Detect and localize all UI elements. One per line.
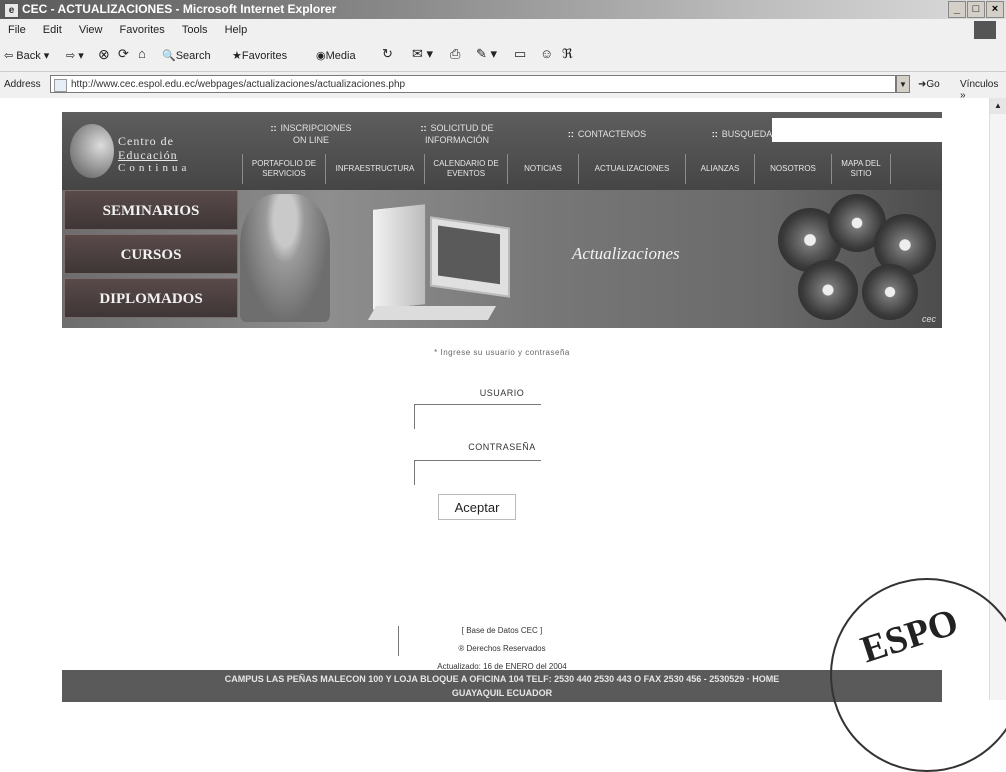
stop-icon[interactable]: ⊗ [98, 46, 110, 63]
print-icon[interactable]: ⎙ [450, 46, 460, 62]
messenger-icon[interactable]: ☺ [540, 46, 553, 61]
footer-links: [ Base de Datos CEC ] ® Derechos Reserva… [62, 622, 942, 676]
logo-swoosh-icon [70, 124, 114, 178]
discuss-icon[interactable]: ▭ [514, 46, 526, 62]
espol-stamp: ESPO [830, 578, 1006, 772]
nav-calendario[interactable]: CALENDARIO DE EVENTOS [424, 154, 507, 184]
nav-noticias[interactable]: NOTICIAS [507, 154, 578, 184]
stamp-text: ESPO [855, 600, 964, 672]
nav-mapa-del-sitio[interactable]: MAPA DEL SITIO [831, 154, 891, 184]
site-header: Centro de Educación Continua :: INSCRIPCI… [62, 112, 944, 190]
back-button[interactable]: ⇦ Back ▾ [4, 49, 49, 62]
banner-logo: cec [921, 314, 936, 324]
password-input[interactable] [414, 460, 541, 485]
monitor-image [430, 216, 510, 298]
nav-infraestructura[interactable]: INFRAESTRUCTURA [325, 154, 424, 184]
refresh-icon[interactable]: ⟳ [118, 46, 129, 62]
toplink-solicitud[interactable]: :: SOLICITUD DE INFORMACIÓN [402, 122, 512, 146]
footer-logo-icon [398, 626, 415, 656]
window-title: CEC - ACTUALIZACIONES - Microsoft Intern… [22, 2, 337, 16]
cec-logo[interactable]: Centro de Educación Continua [70, 120, 238, 182]
maximize-button[interactable]: □ [967, 1, 985, 18]
menu-favorites[interactable]: Favorites [120, 24, 165, 36]
address-url: http://www.cec.espol.edu.ec/webpages/act… [71, 79, 406, 90]
db-link[interactable]: [ Base de Datos CEC ] [62, 622, 942, 640]
username-label: USUARIO [479, 388, 525, 398]
menu-tools[interactable]: Tools [182, 24, 208, 36]
window-controls: _ □ × [948, 1, 1004, 18]
address-footer: CAMPUS LAS PEÑAS MALECON 100 Y LOJA BLOQ… [62, 670, 942, 702]
login-prompt: * Ingrese su usuario y contraseña [434, 348, 570, 357]
cursos-button[interactable]: CURSOS [64, 234, 238, 274]
go-button[interactable]: ➜Go [918, 79, 940, 90]
menu-help[interactable]: Help [225, 24, 248, 36]
logo-line-1: Centro de [118, 134, 174, 148]
logo-line-2: Educación [118, 148, 178, 162]
toplink-contactenos-label: CONTACTENOS [577, 129, 647, 139]
close-button[interactable]: × [986, 1, 1004, 18]
edit-icon[interactable]: ✎ ▾ [476, 46, 497, 62]
minimize-button[interactable]: _ [948, 1, 966, 18]
menu-bar: File Edit View Favorites Tools Help [0, 19, 1006, 41]
nav-portafolio[interactable]: PORTAFOLIO DE SERVICIOS [242, 154, 325, 184]
banner-title: Actualizaciones [572, 244, 680, 263]
banner: SEMINARIOS CURSOS DIPLOMADOS Actualizaci… [62, 190, 942, 328]
search-input[interactable] [772, 118, 944, 142]
rights-text: ® Derechos Reservados [458, 644, 546, 653]
address-label: Address [4, 79, 41, 90]
side-buttons: SEMINARIOS CURSOS DIPLOMADOS [62, 190, 240, 328]
username-input[interactable] [414, 404, 541, 429]
back-label: Back [16, 50, 41, 62]
address-dropdown-button[interactable]: ▼ [896, 75, 910, 93]
cd-discs-image [778, 194, 940, 324]
history-icon[interactable]: ↻ [382, 46, 393, 62]
windows-logo-icon [974, 21, 996, 39]
toplink-contactenos[interactable]: :: CONTACTENOS [552, 128, 662, 140]
nav-alianzas[interactable]: ALIANZAS [685, 154, 754, 184]
media-label: Media [325, 50, 356, 62]
research-icon[interactable]: ℜ [562, 46, 573, 62]
submit-button[interactable]: Aceptar [438, 494, 516, 520]
go-label: Go [926, 79, 940, 90]
site-container: Centro de Educación Continua :: INSCRIPCI… [62, 112, 944, 702]
footer-address-line-2: GUAYAQUIL ECUADOR [451, 688, 553, 698]
address-input[interactable]: http://www.cec.espol.edu.ec/webpages/act… [50, 75, 896, 93]
search-button[interactable]: 🔍Search [162, 49, 211, 62]
password-label: CONTRASEÑA [468, 442, 536, 452]
page-icon [54, 79, 67, 92]
seminarios-button[interactable]: SEMINARIOS [64, 190, 238, 230]
nav-actualizaciones[interactable]: ACTUALIZACIONES [578, 154, 685, 184]
diplomados-button[interactable]: DIPLOMADOS [64, 278, 238, 318]
menu-view[interactable]: View [79, 24, 103, 36]
favorites-label: Favorites [241, 50, 288, 62]
home-icon[interactable]: ⌂ [138, 46, 146, 61]
menu-edit[interactable]: Edit [43, 24, 62, 36]
page-viewport: ▲ Centro de Educación Continua :: INSCRIP… [0, 98, 1006, 772]
toplink-solicitud-label: SOLICITUD DE INFORMACIÓN [425, 123, 494, 145]
banner-person-image [240, 194, 330, 322]
media-button[interactable]: ◉Media [316, 49, 356, 62]
toolbar: ⇦ Back ▾ ⇨ ▾ ⊗ ⟳ ⌂ 🔍Search ★Favorites ◉M… [0, 41, 1006, 72]
menu-file[interactable]: File [8, 24, 26, 36]
nav-nosotros[interactable]: NOSOTROS [754, 154, 831, 184]
toplink-busqueda-label: BUSQUEDA [721, 129, 773, 139]
computer-tower-image [372, 203, 426, 311]
address-bar: Address http://www.cec.espol.edu.ec/webp… [0, 72, 1006, 101]
toplink-inscripciones[interactable]: :: INSCRIPCIONES ON LINE [266, 122, 356, 146]
toplink-inscripciones-label: INSCRIPCIONES ON LINE [280, 123, 352, 145]
forward-button[interactable]: ⇨ ▾ [66, 49, 84, 62]
scroll-up-icon[interactable]: ▲ [990, 98, 1006, 114]
window-titlebar: e CEC - ACTUALIZACIONES - Microsoft Inte… [0, 0, 1006, 19]
favorites-button[interactable]: ★Favorites [232, 49, 287, 62]
search-label: Search [175, 50, 211, 62]
logo-line-3: Continua [118, 162, 191, 174]
mail-icon[interactable]: ✉ ▾ [412, 46, 433, 62]
main-nav: PORTAFOLIO DE SERVICIOS INFRAESTRUCTURA … [242, 154, 942, 184]
keyboard-image [367, 306, 497, 320]
footer-address-line-1: CAMPUS LAS PEÑAS MALECON 100 Y LOJA BLOQ… [224, 674, 780, 684]
ie-icon: e [4, 3, 19, 18]
